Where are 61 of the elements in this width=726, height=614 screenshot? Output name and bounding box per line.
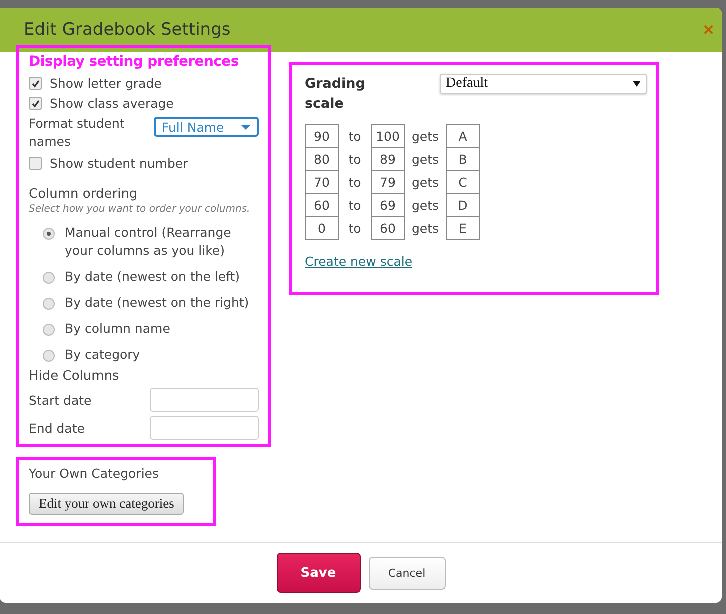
to-label: to bbox=[338, 170, 372, 194]
section-heading: Display setting preferences bbox=[29, 54, 240, 70]
edit-categories-button[interactable]: Edit your own categories bbox=[29, 493, 184, 515]
grade-field[interactable]: B bbox=[446, 148, 480, 170]
range-end-field[interactable]: 79 bbox=[372, 170, 404, 194]
scale-dropdown[interactable]: Default bbox=[440, 74, 647, 94]
grade-field[interactable]: D bbox=[446, 194, 480, 216]
checkbox-label: Show class average bbox=[50, 96, 174, 111]
checkbox[interactable] bbox=[29, 77, 42, 90]
range-start-field[interactable]: 0 bbox=[306, 216, 338, 240]
range-start-field[interactable]: 60 bbox=[306, 194, 338, 216]
checkbox[interactable] bbox=[29, 156, 42, 170]
gets-label: gets bbox=[404, 170, 446, 194]
to-label: to bbox=[338, 148, 372, 170]
radio-button[interactable] bbox=[43, 350, 55, 362]
range-end-field[interactable]: 100 bbox=[372, 124, 404, 148]
radio-label: By category bbox=[65, 346, 140, 364]
checkbox-label: Show student number bbox=[50, 156, 188, 171]
caret-icon bbox=[633, 81, 641, 87]
checkbox[interactable] bbox=[29, 97, 42, 110]
to-label: to bbox=[338, 124, 372, 148]
caret-icon bbox=[241, 124, 251, 130]
grade-field[interactable]: E bbox=[446, 216, 480, 240]
gets-label: gets bbox=[404, 124, 446, 148]
field-label: End date bbox=[29, 420, 85, 436]
range-start-field[interactable]: 90 bbox=[306, 124, 338, 148]
gets-label: gets bbox=[404, 148, 446, 170]
range-end-field[interactable]: 60 bbox=[372, 216, 404, 240]
gets-label: gets bbox=[404, 194, 446, 216]
radio-label: By date (newest on the right) bbox=[65, 294, 250, 312]
field-label: Format student names bbox=[29, 115, 126, 152]
to-label: to bbox=[338, 194, 372, 216]
range-start-field[interactable]: 80 bbox=[306, 148, 338, 170]
radio-button[interactable] bbox=[43, 324, 55, 336]
cancel-button[interactable]: Cancel bbox=[368, 556, 446, 590]
range-end-field[interactable]: 69 bbox=[372, 194, 404, 216]
name-format-dropdown[interactable]: Full Name bbox=[154, 117, 259, 138]
hint-text: Select how you want to order your columns. bbox=[29, 204, 252, 216]
grade-field[interactable]: C bbox=[446, 170, 480, 194]
field-label: Start date bbox=[29, 392, 92, 408]
range-start-field[interactable]: 70 bbox=[306, 170, 338, 194]
section-heading: Hide Columns bbox=[29, 369, 120, 384]
create-scale-link[interactable]: Create new scale bbox=[305, 254, 413, 269]
radio-button[interactable] bbox=[43, 298, 55, 310]
date-field[interactable] bbox=[150, 388, 259, 412]
radio-button[interactable] bbox=[43, 272, 55, 284]
save-button[interactable]: Save bbox=[276, 553, 360, 593]
grade-field[interactable]: A bbox=[446, 124, 480, 148]
radio-label: By column name bbox=[65, 320, 170, 338]
section-heading: Grading scale bbox=[305, 75, 366, 114]
radio-button[interactable] bbox=[43, 228, 55, 240]
section-heading: Column ordering bbox=[29, 187, 139, 202]
radio-label: Manual control (Rearrange your columns as you like) bbox=[65, 224, 232, 260]
date-field[interactable] bbox=[150, 416, 259, 440]
to-label: to bbox=[338, 216, 372, 240]
radio-label: By date (newest on the left) bbox=[65, 268, 240, 286]
range-end-field[interactable]: 89 bbox=[372, 148, 404, 170]
checkbox-label: Show letter grade bbox=[50, 76, 162, 92]
dialog-title: Edit Gradebook Settings bbox=[24, 20, 231, 40]
section-heading: Your Own Categories bbox=[29, 466, 160, 481]
gets-label: gets bbox=[404, 216, 446, 240]
